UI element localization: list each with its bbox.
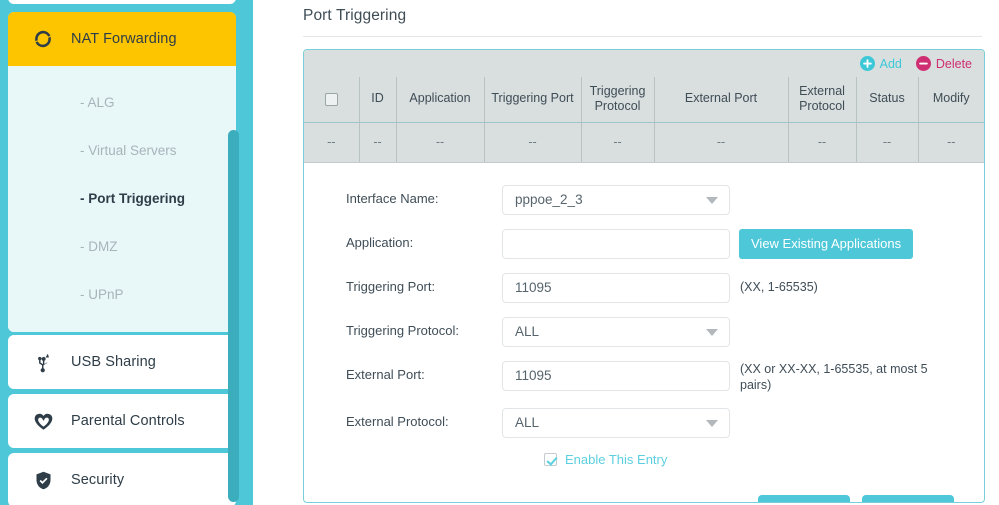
- usb-icon: [30, 349, 56, 375]
- cancel-button[interactable]: Cancel: [758, 495, 850, 502]
- table-cell-application: --: [395, 122, 484, 163]
- triggering-protocol-select[interactable]: ALL: [502, 316, 730, 347]
- external-port-hint: (XX or XX-XX, 1-65535, at most 5 pairs): [740, 361, 928, 393]
- table-header-external-protocol: External Protocol: [787, 77, 856, 123]
- triggering-protocol-label: Triggering Protocol:: [346, 322, 459, 338]
- nat-forwarding-icon: [30, 26, 56, 52]
- table-cell-modify: --: [917, 122, 984, 163]
- table-toolbar: Add Delete: [304, 50, 984, 77]
- port-triggering-panel: Add Delete ID Application Triggering Por…: [303, 49, 985, 503]
- table-cell-select: --: [304, 122, 359, 163]
- application-input-wrap: [502, 228, 730, 259]
- external-port-input[interactable]: [502, 360, 730, 391]
- external-protocol-label: External Protocol:: [346, 414, 449, 430]
- table-cell-id: --: [358, 122, 396, 163]
- sidebar-card-usb-sharing: USB Sharing: [8, 335, 236, 389]
- minus-circle-icon: [915, 56, 931, 71]
- sidebar-item-parental-controls[interactable]: Parental Controls: [8, 394, 236, 448]
- table-header-external-port: External Port: [653, 77, 788, 123]
- form-row-triggering-port: Triggering Port: (XX, 1-65535): [304, 272, 984, 303]
- add-button[interactable]: Add: [859, 56, 902, 71]
- heart-icon: [30, 408, 56, 434]
- select-all-checkbox[interactable]: [324, 92, 338, 106]
- enable-entry-checkbox[interactable]: [544, 453, 557, 467]
- table-cell-triggering-port: --: [483, 122, 581, 163]
- table-header-row: ID Application Triggering Port Triggerin…: [304, 77, 984, 123]
- entry-form: Interface Name: pppoe_2_3 Application: V…: [304, 163, 984, 502]
- application-input[interactable]: [502, 228, 730, 259]
- sidebar-scrollbar-thumb[interactable]: [228, 130, 239, 502]
- table-row[interactable]: -- -- -- -- -- -- -- -- --: [304, 122, 984, 163]
- table-header-select-all: [304, 77, 359, 123]
- application-label: Application:: [346, 234, 414, 250]
- table-header-modify: Modify: [917, 77, 984, 123]
- sidebar-card-partial-above[interactable]: [8, 0, 236, 4]
- interface-name-select[interactable]: pppoe_2_3: [502, 184, 730, 215]
- title-divider: [303, 36, 982, 37]
- plus-circle-icon: [859, 56, 875, 71]
- sidebar-scrollbar[interactable]: [223, 0, 245, 505]
- sidebar-item-security[interactable]: Security: [8, 453, 236, 505]
- table-header-triggering-port: Triggering Port: [483, 77, 581, 123]
- port-triggering-table: ID Application Triggering Port Triggerin…: [304, 77, 984, 163]
- table-cell-status: --: [855, 122, 918, 163]
- table-header-status: Status: [855, 77, 918, 123]
- table-cell-triggering-protocol: --: [580, 122, 654, 163]
- form-actions: Cancel OK: [304, 475, 984, 502]
- page-title: Port Triggering: [303, 7, 407, 24]
- table-header-id: ID: [358, 77, 396, 123]
- sidebar-subitem-alg[interactable]: - ALG: [8, 78, 236, 126]
- triggering-port-input[interactable]: [502, 272, 730, 303]
- interface-name-select-wrap: pppoe_2_3: [502, 184, 730, 215]
- form-row-application: Application: View Existing Applications: [304, 228, 984, 259]
- triggering-protocol-select-wrap: ALL: [502, 316, 730, 347]
- sidebar-item-nat-forwarding[interactable]: NAT Forwarding: [8, 12, 236, 66]
- shield-check-icon: [30, 467, 56, 493]
- table-cell-external-protocol: --: [787, 122, 856, 163]
- sidebar-item-label: Parental Controls: [71, 413, 185, 429]
- external-protocol-select-wrap: ALL: [502, 408, 730, 439]
- sidebar-item-label: NAT Forwarding: [71, 31, 177, 47]
- external-protocol-select[interactable]: ALL: [502, 408, 730, 439]
- sidebar-subitem-dmz[interactable]: - DMZ: [8, 222, 236, 270]
- sidebar-subitem-port-triggering[interactable]: - Port Triggering: [8, 174, 236, 222]
- interface-name-label: Interface Name:: [346, 190, 439, 206]
- enable-entry-label[interactable]: Enable This Entry: [565, 452, 667, 467]
- view-existing-applications-button[interactable]: View Existing Applications: [739, 228, 914, 259]
- form-row-external-protocol: External Protocol: ALL: [304, 408, 984, 439]
- sidebar-item-label: Security: [71, 472, 125, 488]
- sidebar-subitem-upnp[interactable]: - UPnP: [8, 270, 236, 318]
- router-admin-page: NAT Forwarding - ALG - Virtual Servers -…: [0, 0, 999, 505]
- add-button-label: Add: [879, 56, 902, 71]
- triggering-port-hint: (XX, 1-65535): [740, 279, 818, 294]
- sidebar-item-usb-sharing[interactable]: USB Sharing: [8, 335, 236, 389]
- delete-button[interactable]: Delete: [915, 56, 972, 71]
- sidebar-item-label: USB Sharing: [71, 354, 156, 370]
- table-cell-external-port: --: [653, 122, 788, 163]
- sidebar-subitem-virtual-servers[interactable]: - Virtual Servers: [8, 126, 236, 174]
- main-content: Port Triggering Add Delete ID Applicatio…: [253, 0, 999, 505]
- sidebar: NAT Forwarding - ALG - Virtual Servers -…: [0, 0, 253, 505]
- triggering-port-input-wrap: [502, 272, 730, 303]
- enable-entry-row: Enable This Entry: [304, 452, 984, 467]
- table-header-application: Application: [395, 77, 484, 123]
- triggering-port-label: Triggering Port:: [346, 278, 436, 294]
- sidebar-card-nat-forwarding: NAT Forwarding - ALG - Virtual Servers -…: [8, 12, 236, 332]
- delete-button-label: Delete: [935, 56, 972, 71]
- external-port-input-wrap: [502, 360, 730, 391]
- table-header-triggering-protocol: Triggering Protocol: [580, 77, 654, 123]
- external-port-label: External Port:: [346, 366, 425, 382]
- form-row-external-port: External Port: (XX or XX-XX, 1-65535, at…: [304, 360, 984, 395]
- form-row-interface-name: Interface Name: pppoe_2_3: [304, 184, 984, 215]
- form-row-triggering-protocol: Triggering Protocol: ALL: [304, 316, 984, 347]
- sidebar-submenu-nat-forwarding: - ALG - Virtual Servers - Port Triggerin…: [8, 66, 236, 332]
- ok-button[interactable]: OK: [862, 495, 954, 502]
- sidebar-card-security: Security: [8, 453, 236, 505]
- sidebar-card-parental-controls: Parental Controls: [8, 394, 236, 448]
